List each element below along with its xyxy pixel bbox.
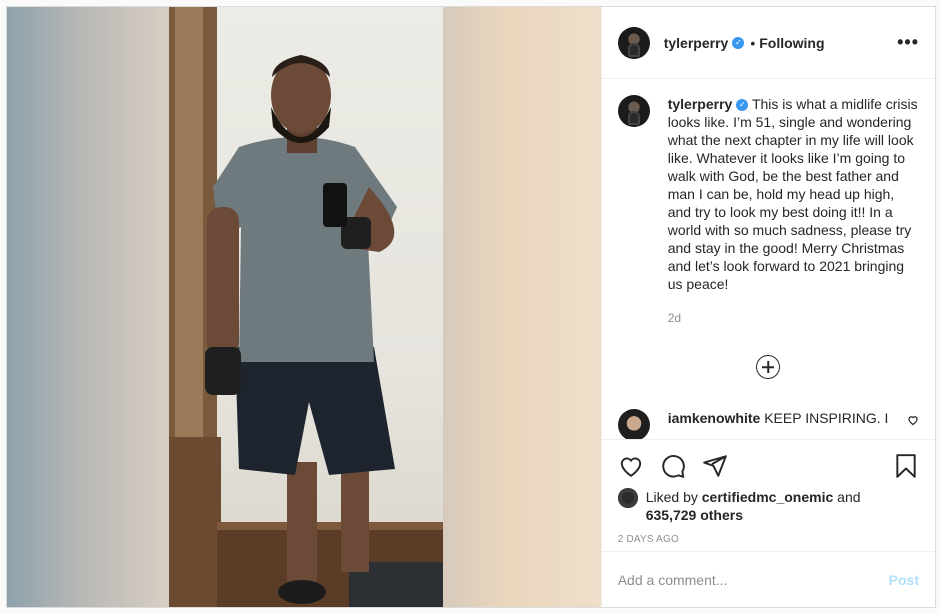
add-comment-bar: Post	[601, 551, 935, 607]
header-separator: •	[750, 34, 756, 51]
likes-text: Liked by certifiedmc_onemic and 635,729 …	[646, 488, 861, 524]
caption: tylerperry ✓ This is what a midlife crisi…	[617, 95, 919, 327]
verified-badge-icon: ✓	[732, 36, 745, 49]
commenter-avatar[interactable]	[617, 409, 650, 439]
instagram-post-modal: tylerperry ✓ • Following ••• tylerperry ✓…	[6, 6, 936, 608]
post-comment-button[interactable]: Post	[889, 572, 919, 588]
likes-conjunction: and	[837, 489, 861, 505]
more-dots-icon[interactable]: •••	[897, 32, 919, 53]
caption-time[interactable]: 2d	[668, 309, 919, 327]
commenter-username[interactable]: iamkenowhite	[668, 410, 761, 426]
post-media[interactable]	[7, 7, 601, 607]
post-sidebar: tylerperry ✓ • Following ••• tylerperry ✓…	[600, 7, 935, 607]
media-blurred-background-right	[442, 7, 601, 607]
comment-item: iamkenowhite KEEP INSPIRING. I WAS ON HI…	[617, 409, 919, 439]
post-date[interactable]: 2 DAYS AGO	[618, 534, 919, 545]
comment-body: iamkenowhite KEEP INSPIRING. I WAS ON HI…	[668, 409, 890, 431]
verified-badge-icon: ✓	[736, 99, 749, 112]
media-blurred-background-left	[7, 7, 169, 607]
photo-illustration	[169, 7, 447, 607]
likes-prefix: Liked by	[645, 489, 698, 505]
likes-summary: Liked by certifiedmc_onemic and 635,729 …	[617, 488, 919, 524]
comment-like-heart-icon[interactable]	[907, 413, 919, 431]
comments-section[interactable]: tylerperry ✓ This is what a midlife crisi…	[602, 79, 935, 439]
bookmark-icon[interactable]	[893, 453, 919, 479]
author-username[interactable]: tylerperry	[664, 35, 729, 51]
action-row	[618, 452, 919, 480]
caption-username[interactable]: tylerperry	[668, 96, 733, 112]
author-avatar[interactable]	[617, 26, 650, 59]
caption-text: This is what a midlife crisis looks like…	[667, 96, 918, 292]
load-more-comments[interactable]	[618, 355, 919, 379]
likes-count[interactable]: 635,729 others	[646, 507, 743, 523]
plus-circle-icon[interactable]	[756, 355, 781, 379]
liker-username[interactable]: certifiedmc_onemic	[702, 489, 834, 505]
following-button[interactable]: Following	[759, 35, 824, 51]
liker-avatar[interactable]	[617, 488, 638, 508]
comment-input[interactable]	[617, 571, 889, 588]
caption-body: tylerperry ✓ This is what a midlife crisi…	[668, 95, 919, 327]
caption-avatar[interactable]	[617, 95, 650, 127]
heart-icon[interactable]	[618, 453, 644, 479]
post-photo	[169, 7, 447, 607]
post-actions: Liked by certifiedmc_onemic and 635,729 …	[601, 439, 935, 551]
share-icon[interactable]	[702, 453, 728, 479]
comment-icon[interactable]	[660, 453, 686, 479]
post-header: tylerperry ✓ • Following •••	[601, 7, 935, 79]
